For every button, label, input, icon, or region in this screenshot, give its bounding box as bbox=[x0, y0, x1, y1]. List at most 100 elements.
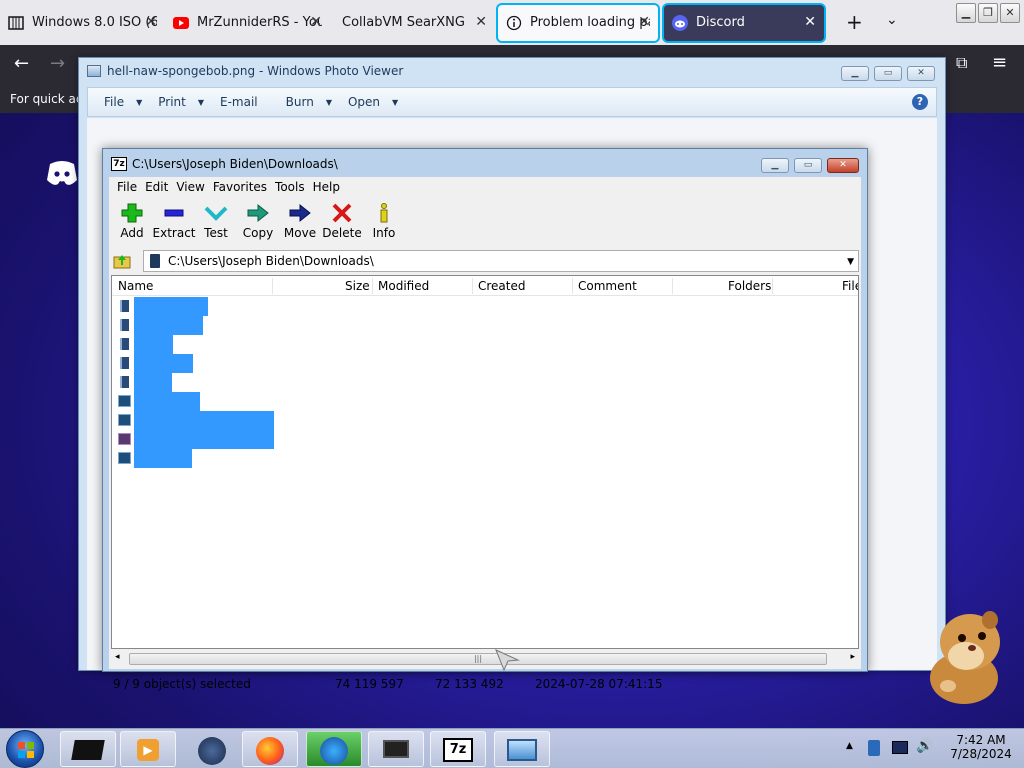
tray-expand-icon[interactable]: ▲ bbox=[846, 741, 853, 751]
selected-name bbox=[134, 316, 203, 335]
archive-icon bbox=[8, 15, 24, 31]
close-icon[interactable]: ✕ bbox=[145, 14, 157, 30]
info-label: Info bbox=[372, 226, 396, 240]
menu-burn[interactable]: Burn bbox=[286, 95, 314, 109]
list-item[interactable] bbox=[112, 392, 858, 411]
globe-icon bbox=[198, 737, 226, 765]
status-bar: 9 / 9 object(s) selected 74 119 597 72 1… bbox=[109, 671, 861, 695]
dropdown-arrow-icon: ▼ bbox=[392, 97, 399, 107]
close-icon[interactable]: ✕ bbox=[638, 14, 650, 30]
menu-open[interactable]: Open bbox=[348, 95, 380, 109]
discord-logo-icon bbox=[47, 161, 77, 185]
move-button[interactable]: Move bbox=[279, 197, 321, 245]
list-item[interactable] bbox=[112, 335, 858, 354]
browser-tab-strip: Windows 8.0 ISO (64 ✕ MrZunniderRS - You… bbox=[0, 0, 1024, 45]
tab-discord[interactable]: Discord ✕ bbox=[664, 4, 824, 41]
sevenzip-icon: 7z bbox=[443, 738, 473, 762]
scroll-left-icon[interactable]: ◂ bbox=[115, 652, 120, 662]
dropdown-arrow-icon[interactable]: ▼ bbox=[847, 257, 854, 267]
new-tab-icon[interactable]: + bbox=[846, 10, 863, 34]
back-arrow-icon[interactable]: ← bbox=[14, 53, 29, 74]
copy-button[interactable]: Copy bbox=[237, 197, 279, 245]
menu-hamburger-icon[interactable]: ≡ bbox=[992, 52, 1007, 73]
menu-email[interactable]: E-mail bbox=[220, 95, 258, 109]
forward-arrow-icon[interactable]: → bbox=[50, 53, 65, 74]
menu-favorites[interactable]: Favorites bbox=[213, 180, 267, 194]
scrollbar-thumb[interactable]: ||| bbox=[129, 653, 827, 665]
menu-file[interactable]: File bbox=[117, 180, 137, 194]
taskbar-item-firefox[interactable] bbox=[242, 731, 298, 767]
add-label: Add bbox=[120, 226, 144, 240]
close-icon[interactable]: ✕ bbox=[907, 66, 935, 81]
taskbar-item-7zip[interactable]: 7z bbox=[430, 731, 486, 767]
tab-problem-loading[interactable]: Problem loading pa ✕ bbox=[498, 4, 658, 41]
scroll-right-icon[interactable]: ▸ bbox=[850, 652, 855, 662]
taskbar-item-photo-viewer[interactable] bbox=[494, 731, 550, 767]
delete-button[interactable]: Delete bbox=[321, 197, 363, 245]
tray-network-icon[interactable] bbox=[892, 741, 908, 754]
start-button[interactable] bbox=[6, 730, 44, 768]
col-comment[interactable]: Comment bbox=[578, 279, 637, 293]
list-item[interactable] bbox=[112, 297, 858, 316]
list-item[interactable] bbox=[112, 449, 858, 468]
taskbar-item-media-player[interactable]: ▶ bbox=[120, 731, 176, 767]
list-item[interactable] bbox=[112, 430, 858, 449]
info-icon bbox=[506, 15, 522, 31]
menu-tools[interactable]: Tools bbox=[275, 180, 305, 194]
col-name[interactable]: Name bbox=[118, 279, 153, 293]
tray-volume-icon[interactable]: 🔊 bbox=[916, 738, 933, 754]
test-button[interactable]: Test bbox=[195, 197, 237, 245]
col-created[interactable]: Created bbox=[478, 279, 526, 293]
status-packed-size: 72 133 492 bbox=[435, 677, 504, 691]
menu-help[interactable]: Help bbox=[313, 180, 340, 194]
horizontal-scrollbar[interactable]: ◂ ||| ▸ bbox=[111, 651, 859, 667]
col-folders[interactable]: Folders bbox=[728, 279, 771, 293]
folder-up-icon[interactable] bbox=[111, 250, 133, 272]
tray-action-center-icon[interactable] bbox=[868, 740, 880, 756]
help-icon[interactable]: ? bbox=[912, 94, 928, 110]
menu-print[interactable]: Print bbox=[158, 95, 186, 109]
selected-name bbox=[134, 335, 173, 354]
restore-icon[interactable]: ❐ bbox=[978, 3, 998, 23]
col-modified[interactable]: Modified bbox=[378, 279, 429, 293]
list-item[interactable] bbox=[112, 316, 858, 335]
add-button[interactable]: Add bbox=[111, 197, 153, 245]
menu-view[interactable]: View bbox=[176, 180, 204, 194]
maximize-icon[interactable]: ▭ bbox=[794, 158, 822, 173]
menu-edit[interactable]: Edit bbox=[145, 180, 168, 194]
taskbar-item-monitor[interactable] bbox=[368, 731, 424, 767]
col-files[interactable]: File bbox=[842, 279, 858, 293]
list-item[interactable] bbox=[112, 354, 858, 373]
tab-searxng[interactable]: CollabVM SearXNG ✕ bbox=[330, 5, 495, 41]
move-arrow-icon bbox=[289, 203, 311, 223]
minimize-icon[interactable]: ▁ bbox=[761, 158, 789, 173]
folder-icon bbox=[120, 376, 129, 388]
taskbar-clock[interactable]: 7:42 AM 7/28/2024 bbox=[946, 733, 1016, 761]
taskbar-item-globe[interactable] bbox=[184, 731, 240, 767]
tab-youtube[interactable]: MrZunniderRS - You ✕ bbox=[165, 5, 330, 41]
list-item[interactable] bbox=[112, 373, 858, 392]
info-button[interactable]: Info bbox=[363, 197, 405, 245]
maximize-icon[interactable]: ▭ bbox=[874, 66, 902, 81]
minimize-icon[interactable]: ▁ bbox=[841, 66, 869, 81]
extensions-icon[interactable]: ⧉ bbox=[956, 53, 967, 73]
minimize-icon[interactable]: ▁ bbox=[956, 3, 976, 23]
tab-label: Problem loading pa bbox=[530, 15, 650, 30]
tab-list-chevron-icon[interactable]: ⌄ bbox=[886, 12, 898, 28]
photo-viewer-menubar: File ▼ Print ▼ E-mail Burn ▼ Open ▼ ? bbox=[87, 87, 937, 117]
extract-button[interactable]: Extract bbox=[153, 197, 196, 245]
address-input[interactable]: C:\Users\Joseph Biden\Downloads\ ▼ bbox=[143, 250, 859, 272]
close-icon[interactable]: ✕ bbox=[827, 158, 859, 173]
taskbar-item-terminal[interactable] bbox=[60, 731, 116, 767]
close-window-icon[interactable]: ✕ bbox=[1000, 3, 1020, 23]
file-list: Name Size Modified Created Comment Folde… bbox=[111, 275, 859, 649]
menu-file[interactable]: File bbox=[104, 95, 124, 109]
tab-windows-iso[interactable]: Windows 8.0 ISO (64 ✕ bbox=[0, 5, 165, 41]
taskbar-item-download-manager[interactable] bbox=[306, 731, 362, 767]
col-size[interactable]: Size bbox=[345, 279, 370, 293]
list-item[interactable] bbox=[112, 411, 858, 430]
close-icon[interactable]: ✕ bbox=[804, 14, 816, 30]
close-icon[interactable]: ✕ bbox=[310, 14, 322, 30]
sevenzip-logo-icon: 7z bbox=[111, 157, 127, 171]
close-icon[interactable]: ✕ bbox=[475, 14, 487, 30]
